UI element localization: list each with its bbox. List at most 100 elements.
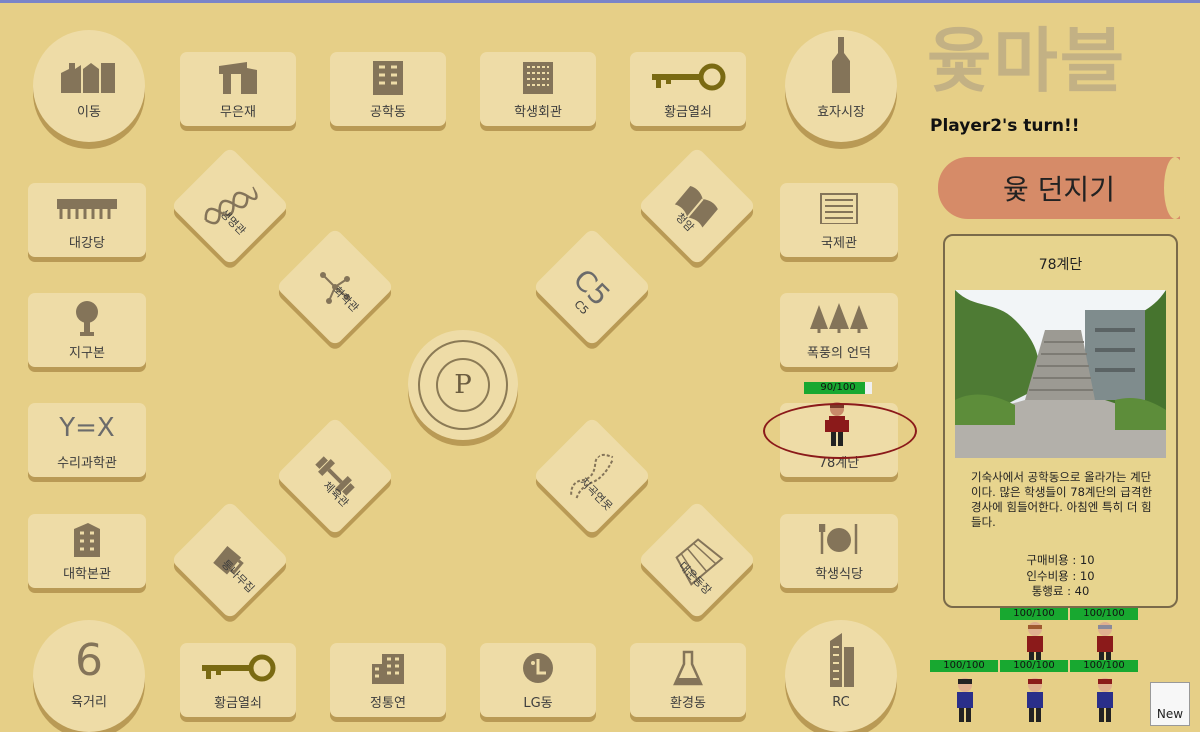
tile-label: 황금열쇠 — [214, 696, 262, 711]
player-hp-bar: 100/100 — [1070, 608, 1138, 620]
player-hp-bar: 100/100 — [1000, 660, 1068, 672]
tile-cheongam[interactable]: 청암 — [637, 146, 757, 266]
property-photo — [955, 290, 1166, 458]
tile-lg[interactable]: LG동 — [480, 643, 596, 717]
game-board: 이동 효자시장 6 육거리 RC 무은재 공학동 학생회관 황금열쇠 황금열쇠 — [0, 0, 930, 732]
tile-content: 화학관 — [293, 245, 377, 329]
tile-gym[interactable]: 체육관 — [275, 416, 395, 536]
new-game-button[interactable]: New — [1150, 682, 1190, 726]
player-token — [1092, 676, 1118, 722]
corner-number: 6 — [75, 635, 103, 686]
office-building-icon — [480, 52, 596, 101]
tile-environment[interactable]: 환경동 — [630, 643, 746, 717]
dining-icon — [780, 514, 898, 563]
tile-content: 청암 — [655, 164, 739, 248]
tile-label: LG동 — [523, 696, 553, 711]
tile-label: 무은재 — [220, 105, 256, 120]
player-token — [1022, 676, 1048, 722]
tile-label: 수리과학관 — [57, 456, 117, 471]
tile-golden-key-bottom[interactable]: 황금열쇠 — [180, 643, 296, 717]
tile-main-building[interactable]: 대학본관 — [28, 514, 146, 588]
tile-label: 환경동 — [670, 696, 706, 711]
tile-label: 공학동 — [370, 105, 406, 120]
tile-globe[interactable]: 지구본 — [28, 293, 146, 367]
tile-label: 화학관 — [330, 284, 362, 315]
turn-indicator: Player2's turn!! — [930, 116, 1080, 136]
tile-student-hall[interactable]: 학생회관 — [480, 52, 596, 126]
key-icon — [180, 643, 296, 692]
toll-fee: 통행료 : 40 — [1031, 584, 1090, 598]
tile-label: 지구본 — [69, 346, 105, 361]
buildings-icon — [59, 30, 119, 101]
tile-engineering[interactable]: 공학동 — [330, 52, 446, 126]
corner-move[interactable]: 이동 — [33, 30, 145, 142]
tile-label: 학생식당 — [815, 567, 863, 582]
tile-jeongtongyeon[interactable]: 정통연 — [330, 643, 446, 717]
tower-icon — [826, 620, 856, 695]
bottle-icon — [830, 30, 852, 101]
trees-icon — [780, 293, 898, 342]
corner-six-street-label: 육거리 — [71, 695, 107, 710]
tile-c5[interactable]: C5 C5 — [532, 227, 652, 347]
highlight-ring — [763, 403, 917, 459]
tile-cafeteria[interactable]: 학생식당 — [780, 514, 898, 588]
tile-mueunjae[interactable]: 무은재 — [180, 52, 296, 126]
building-ruin-icon — [180, 52, 296, 101]
tile-content: 통나무집 — [188, 518, 272, 602]
tile-content: C5 C5 — [550, 245, 634, 329]
property-name: 78계단 — [1038, 257, 1083, 273]
player-hp-bar: 100/100 — [1000, 608, 1068, 620]
tile-life-science[interactable]: 생명관 — [170, 146, 290, 266]
purchase-cost: 구매비용 : 10 — [1026, 553, 1095, 567]
tile-content: 지곡연못 — [550, 434, 634, 518]
property-description: 기숙사에서 공학동으로 올라가는 계단이다. 많은 학생들이 78계단의 급격한… — [971, 470, 1153, 529]
property-info-card: 78계단 기숙사에서 공학동으로 올라가는 계단이다. 많은 학생들이 78계단… — [943, 234, 1178, 608]
takeover-cost: 인수비용 : 10 — [1026, 568, 1095, 583]
tile-label: 폭풍의 언덕 — [807, 346, 871, 361]
tile-math[interactable]: Y=X 수리과학관 — [28, 403, 146, 477]
tile-content: 대운동장 — [655, 518, 739, 602]
key-icon — [630, 52, 746, 101]
tile-stadium[interactable]: 대운동장 — [637, 500, 757, 620]
tile-pond[interactable]: 지곡연못 — [532, 416, 652, 536]
building-icon — [330, 52, 446, 101]
tile-golden-key-top[interactable]: 황금열쇠 — [630, 52, 746, 126]
tile-label: 학생회관 — [514, 105, 562, 120]
tile-log-house[interactable]: 통나무집 — [170, 500, 290, 620]
tile-label: 대학본관 — [63, 567, 111, 582]
lg-logo-icon — [480, 643, 596, 692]
university-emblem: P — [408, 330, 518, 440]
math-icon: Y=X — [28, 403, 146, 452]
tile-content: 생명관 — [188, 164, 272, 248]
city-building-icon — [330, 643, 446, 692]
tile-auditorium[interactable]: 대강당 — [28, 183, 146, 257]
tile-label: 대강당 — [69, 236, 105, 251]
emblem-p-icon: P — [454, 370, 472, 400]
tile-label: 황금열쇠 — [664, 105, 712, 120]
tile-stormy-hill[interactable]: 폭풍의 언덕 — [780, 293, 898, 367]
tile-label: 정통연 — [370, 696, 406, 711]
flask-icon — [630, 643, 746, 692]
campus-building-icon — [28, 514, 146, 563]
skyscraper-icon — [780, 183, 898, 232]
tile-chemistry[interactable]: 화학관 — [275, 227, 395, 347]
player-token — [952, 676, 978, 722]
tile-international[interactable]: 국제관 — [780, 183, 898, 257]
tile-label: 국제관 — [821, 236, 857, 251]
player-hp-bar: 100/100 — [930, 660, 998, 672]
corner-move-label: 이동 — [77, 105, 101, 120]
property-stats: 구매비용 : 10 인수비용 : 10 통행료 : 40 — [945, 553, 1176, 600]
corner-market[interactable]: 효자시장 — [785, 30, 897, 142]
tile-hp-text: 90/100 — [820, 382, 856, 393]
math-icon-text: Y=X — [59, 412, 115, 443]
six-icon: 6 — [75, 620, 103, 691]
corner-six-street[interactable]: 6 육거리 — [33, 620, 145, 732]
game-title: 윷마블 — [927, 20, 1127, 102]
corner-market-label: 효자시장 — [817, 105, 865, 120]
globe-icon — [28, 293, 146, 342]
player-hp-bar: 100/100 — [1070, 660, 1138, 672]
hall-icon — [28, 183, 146, 232]
roll-yut-button[interactable]: 윷 던지기 — [938, 157, 1186, 219]
corner-rc-label: RC — [832, 695, 850, 710]
corner-rc[interactable]: RC — [785, 620, 897, 732]
